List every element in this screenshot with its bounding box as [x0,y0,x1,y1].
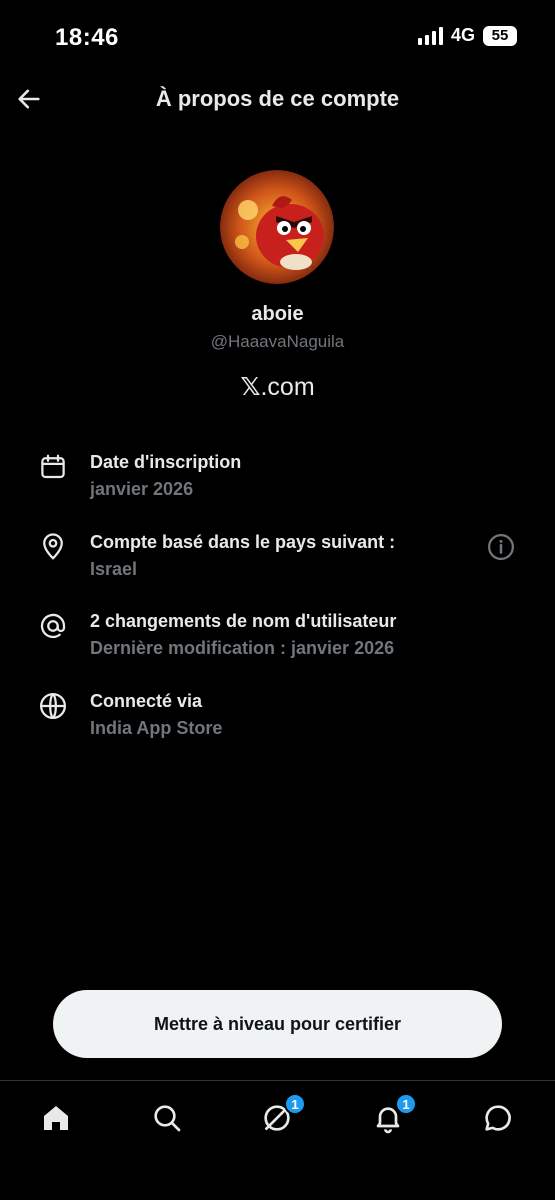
info-subtitle: janvier 2026 [90,479,194,499]
info-title: Connecté via [90,691,203,711]
info-item-country: Compte basé dans le pays suivant : Israe… [0,532,555,592]
status-time: 18:46 [55,24,119,51]
signal-icon [417,26,443,45]
info-item-join-date: Date d'inscription janvier 2026 [0,452,555,512]
status-bar: 18:46 4G 55 [0,0,555,70]
globe-icon [38,691,68,721]
location-pin-icon [38,532,68,562]
info-title: Compte basé dans le pays suivant : [90,532,396,552]
notification-badge: 1 [284,1093,306,1115]
info-item-connected-via: Connecté via India App Store [0,691,555,751]
battery-icon: 55 [483,25,517,46]
home-icon[interactable] [39,1101,73,1135]
x-logo-icon: 𝕏 [240,372,261,401]
user-handle: @HaaavaNaguila [210,332,345,351]
calendar-icon [38,452,68,482]
network-type: 4G [450,25,475,45]
info-subtitle: Dernière modification : janvier 2026 [90,638,395,658]
status-indicators: 4G 55 [417,25,517,46]
display-name: aboie [251,303,304,325]
search-icon[interactable] [150,1101,184,1135]
info-icon[interactable] [486,532,516,562]
grok-icon[interactable]: 1 [260,1093,306,1135]
upgrade-to-verify-button[interactable]: Mettre à niveau pour certifier [53,990,502,1058]
notification-badge: 1 [395,1093,417,1115]
info-title: Date d'inscription [90,452,242,472]
info-item-username-changes: 2 changements de nom d'utilisateur Derni… [0,611,555,671]
header: À propos de ce compte [0,72,555,126]
domain-text: .com [260,373,315,401]
info-subtitle: India App Store [90,718,223,738]
messages-icon[interactable] [481,1101,515,1135]
bell-icon[interactable]: 1 [371,1093,417,1135]
bottom-tab-bar: 1 1 [0,1080,555,1200]
avatar[interactable] [220,170,334,284]
info-subtitle: Israel [90,559,138,579]
page-title: À propos de ce compte [155,86,400,111]
info-title: 2 changements de nom d'utilisateur [90,611,397,631]
domain-label: 𝕏.com [0,372,555,402]
at-sign-icon [38,611,68,641]
